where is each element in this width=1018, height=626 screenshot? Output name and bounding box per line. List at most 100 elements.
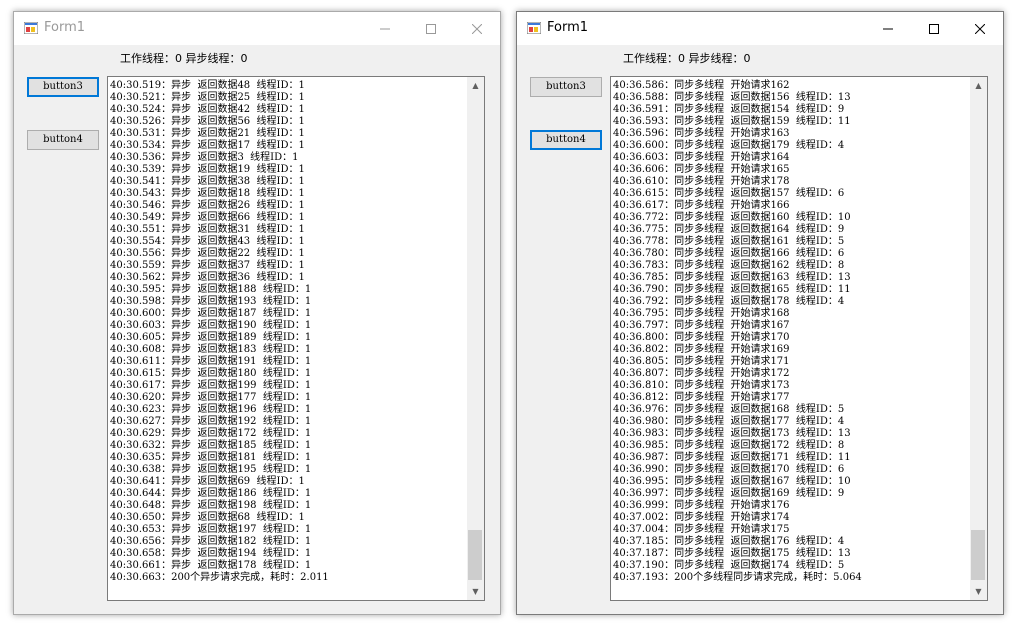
log-line: 40:30.629：异步 返回数据172 线程ID：1 [110,428,312,439]
log-line: 40:37.190：同步多线程 返回数据174 线程ID：5 [613,560,845,571]
scroll-thumb[interactable] [971,530,985,580]
log-line: 40:36.617：同步多线程 开始请求166 [613,200,790,211]
maximize-button[interactable] [408,12,454,45]
maximize-button[interactable] [911,12,957,45]
log-textbox[interactable]: 40:36.586：同步多线程 开始请求162 40:36.588：同步多线程 返… [610,76,988,601]
close-icon [472,23,482,34]
log-line: 40:30.653：异步 返回数据197 线程ID：1 [110,524,312,535]
log-line: 40:30.620：异步 返回数据177 线程ID：1 [110,392,312,403]
log-line: 40:37.187：同步多线程 返回数据175 线程ID：13 [613,548,851,559]
log-line: 40:30.615：异步 返回数据180 线程ID：1 [110,368,312,379]
app-icon [24,22,38,34]
log-line: 40:36.792：同步多线程 返回数据178 线程ID：4 [613,296,845,307]
form1-window-multithread[interactable]: Form1 工作线程：0 异步线程：0 button3 button4 40:3… [516,11,1004,615]
log-line: 40:30.546：异步 返回数据26 线程ID：1 [110,200,305,211]
log-line: 40:30.605：异步 返回数据189 线程ID：1 [110,332,312,343]
close-button[interactable] [454,12,500,45]
log-line: 40:30.661：异步 返回数据178 线程ID：1 [110,560,312,571]
vertical-scrollbar[interactable]: ▲ ▼ [970,77,987,600]
log-line: 40:36.600：同步多线程 返回数据179 线程ID：4 [613,140,845,151]
log-line: 40:30.656：异步 返回数据182 线程ID：1 [110,536,312,547]
log-line: 40:30.519：异步 返回数据48 线程ID：1 [110,80,305,91]
log-line: 40:30.635：异步 返回数据181 线程ID：1 [110,452,312,463]
log-line: 40:30.531：异步 返回数据21 线程ID：1 [110,128,305,139]
log-line: 40:36.795：同步多线程 开始请求168 [613,308,790,319]
log-line: 40:30.644：异步 返回数据186 线程ID：1 [110,488,312,499]
log-line: 40:36.586：同步多线程 开始请求162 [613,80,790,91]
button4[interactable]: button4 [530,130,602,150]
log-line: 40:36.615：同步多线程 返回数据157 线程ID：6 [613,188,845,199]
maximize-icon [426,23,436,34]
log-line: 40:30.562：异步 返回数据36 线程ID：1 [110,272,305,283]
minimize-button[interactable] [362,12,408,45]
log-textbox[interactable]: 40:30.519：异步 返回数据48 线程ID：1 40:30.521：异步 返… [107,76,485,601]
log-line: 40:36.606：同步多线程 开始请求165 [613,164,790,175]
scroll-thumb[interactable] [468,530,482,580]
log-line: 40:30.632：异步 返回数据185 线程ID：1 [110,440,312,451]
log-line: 40:36.785：同步多线程 返回数据163 线程ID：13 [613,272,851,283]
log-line: 40:36.812：同步多线程 开始请求177 [613,392,790,403]
minimize-icon [883,28,893,29]
log-line: 40:30.650：异步 返回数据68 线程ID：1 [110,512,305,523]
log-line: 40:36.593：同步多线程 返回数据159 线程ID：11 [613,116,851,127]
log-lines: 40:30.519：异步 返回数据48 线程ID：1 40:30.521：异步 返… [110,80,464,584]
log-line: 40:30.611：异步 返回数据191 线程ID：1 [110,356,312,367]
log-line: 40:36.807：同步多线程 开始请求172 [613,368,790,379]
window-title: Form1 [44,20,86,35]
log-line: 40:30.554：异步 返回数据43 线程ID：1 [110,236,305,247]
log-line: 40:36.980：同步多线程 返回数据177 线程ID：4 [613,416,845,427]
log-line: 40:30.559：异步 返回数据37 线程ID：1 [110,260,305,271]
log-line: 40:36.985：同步多线程 返回数据172 线程ID：8 [613,440,845,451]
title-bar[interactable]: Form1 [14,12,500,45]
log-line: 40:30.526：异步 返回数据56 线程ID：1 [110,116,305,127]
scroll-up-icon[interactable]: ▲ [467,77,484,94]
log-line: 40:36.790：同步多线程 返回数据165 线程ID：11 [613,284,851,295]
log-line: 40:36.610：同步多线程 开始请求178 [613,176,790,187]
button4[interactable]: button4 [27,130,99,150]
log-line: 40:37.004：同步多线程 开始请求175 [613,524,790,535]
log-line: 40:30.534：异步 返回数据17 线程ID：1 [110,140,305,151]
log-line: 40:30.600：异步 返回数据187 线程ID：1 [110,308,312,319]
close-button[interactable] [957,12,1003,45]
scroll-down-icon[interactable]: ▼ [467,583,484,600]
log-line: 40:36.772：同步多线程 返回数据160 线程ID：10 [613,212,851,223]
log-line: 40:36.802：同步多线程 开始请求169 [613,344,790,355]
log-line: 40:30.556：异步 返回数据22 线程ID：1 [110,248,305,259]
button3[interactable]: button3 [530,77,602,97]
log-line: 40:30.608：异步 返回数据183 线程ID：1 [110,344,312,355]
log-line: 40:30.663：200个异步请求完成，耗时：2.011 [110,572,329,583]
log-line: 40:30.623：异步 返回数据196 线程ID：1 [110,404,312,415]
log-line: 40:30.638：异步 返回数据195 线程ID：1 [110,464,312,475]
minimize-button[interactable] [865,12,911,45]
log-line: 40:30.603：异步 返回数据190 线程ID：1 [110,320,312,331]
log-line: 40:30.539：异步 返回数据19 线程ID：1 [110,164,305,175]
app-icon [527,22,541,34]
vertical-scrollbar[interactable]: ▲ ▼ [467,77,484,600]
scroll-up-icon[interactable]: ▲ [970,77,987,94]
button3[interactable]: button3 [27,77,99,97]
log-line: 40:37.193：200个多线程同步请求完成，耗时：5.064 [613,572,862,583]
log-line: 40:36.999：同步多线程 开始请求176 [613,500,790,511]
log-line: 40:30.543：异步 返回数据18 线程ID：1 [110,188,305,199]
form1-window-async[interactable]: Form1 工作线程：0 异步线程：0 button3 button4 40:3… [13,11,501,615]
log-line: 40:36.591：同步多线程 返回数据154 线程ID：9 [613,104,845,115]
log-line: 40:36.997：同步多线程 返回数据169 线程ID：9 [613,488,845,499]
log-line: 40:30.617：异步 返回数据199 线程ID：1 [110,380,312,391]
log-line: 40:36.805：同步多线程 开始请求171 [613,356,790,367]
log-line: 40:30.536：异步 返回数据3 线程ID：1 [110,152,299,163]
scroll-down-icon[interactable]: ▼ [970,583,987,600]
log-line: 40:36.983：同步多线程 返回数据173 线程ID：13 [613,428,851,439]
log-lines: 40:36.586：同步多线程 开始请求162 40:36.588：同步多线程 返… [613,80,967,584]
log-line: 40:30.641：异步 返回数据69 线程ID：1 [110,476,305,487]
log-line: 40:36.780：同步多线程 返回数据166 线程ID：6 [613,248,845,259]
log-line: 40:30.541：异步 返回数据38 线程ID：1 [110,176,305,187]
log-line: 40:36.588：同步多线程 返回数据156 线程ID：13 [613,92,851,103]
log-line: 40:36.995：同步多线程 返回数据167 线程ID：10 [613,476,851,487]
thread-status-label: 工作线程：0 异步线程：0 [623,52,751,65]
thread-status-label: 工作线程：0 异步线程：0 [120,52,248,65]
log-line: 40:30.595：异步 返回数据188 线程ID：1 [110,284,312,295]
log-line: 40:36.800：同步多线程 开始请求170 [613,332,790,343]
log-line: 40:36.797：同步多线程 开始请求167 [613,320,790,331]
title-bar[interactable]: Form1 [517,12,1003,45]
log-line: 40:36.596：同步多线程 开始请求163 [613,128,790,139]
